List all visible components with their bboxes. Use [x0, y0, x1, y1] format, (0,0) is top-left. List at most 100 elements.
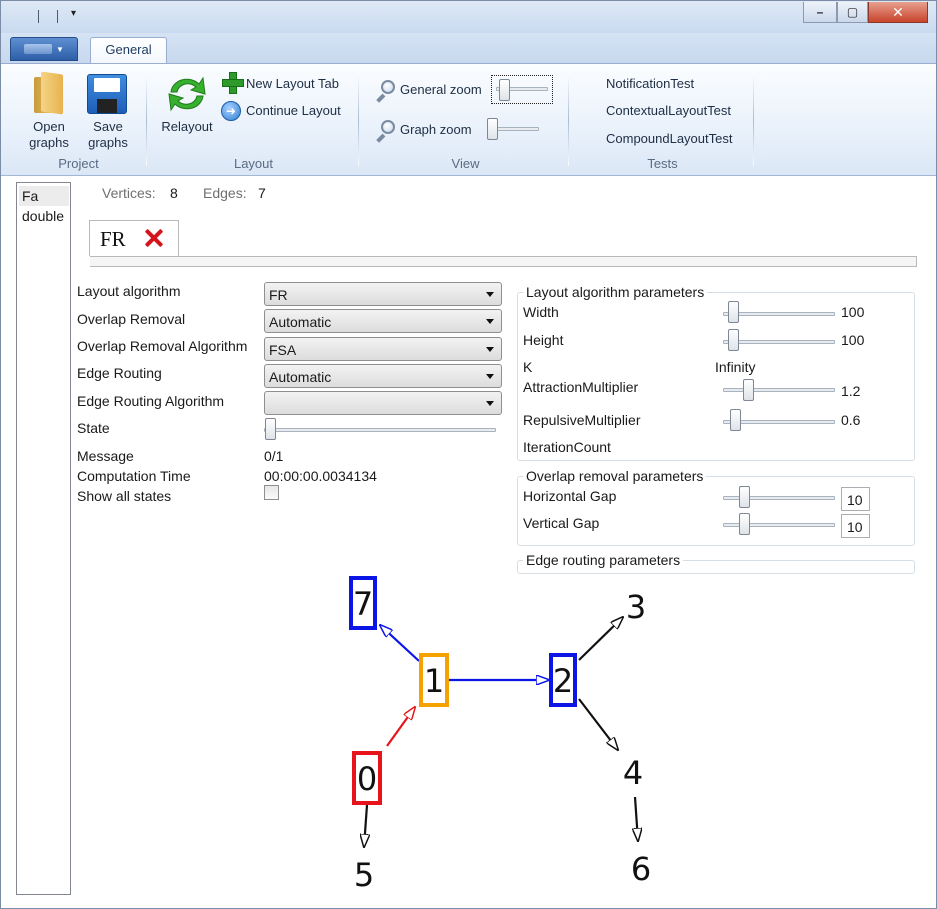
- chevron-down-icon: [486, 401, 494, 406]
- ribbon-tab-bar: ▼ General: [1, 33, 936, 64]
- horizontal-gap-input[interactable]: 10: [841, 487, 870, 511]
- close-tab-icon[interactable]: [143, 227, 165, 249]
- overlap-params-title: Overlap removal parameters: [523, 468, 707, 484]
- chevron-down-icon: ▼: [56, 44, 64, 54]
- graph-vertex[interactable]: 7: [349, 576, 377, 630]
- open-folder-icon: [34, 71, 64, 115]
- graph-edge[interactable]: [380, 625, 420, 662]
- quick-access-dropdown-icon[interactable]: ▾: [71, 8, 76, 19]
- message-label: Message: [77, 448, 134, 464]
- overlap-removal-algorithm-select[interactable]: FSA: [264, 337, 502, 361]
- application-menu-button[interactable]: ▼: [10, 37, 78, 61]
- state-slider-track[interactable]: [264, 428, 496, 432]
- vertical-gap-slider-thumb[interactable]: [739, 513, 750, 535]
- show-all-states-checkbox[interactable]: [264, 485, 279, 500]
- list-item[interactable]: Fa: [19, 186, 69, 206]
- graph-edge[interactable]: [635, 796, 638, 841]
- vertical-gap-input[interactable]: 10: [841, 514, 870, 538]
- save-graphs-button[interactable]: Save graphs: [79, 119, 137, 151]
- graph-vertex[interactable]: 3: [626, 588, 646, 626]
- list-item[interactable]: double: [19, 206, 69, 226]
- notification-test-button[interactable]: NotificationTest: [606, 76, 694, 91]
- vertex-label: 1: [424, 662, 444, 700]
- vertices-count: 8: [170, 185, 178, 201]
- zoom-magnifier-icon: [375, 120, 397, 143]
- vertex-label: 5: [354, 856, 374, 894]
- vertex-label: 0: [357, 760, 377, 798]
- width-label: Width: [523, 304, 559, 320]
- title-bar: ▾ – ▢ ✕: [1, 1, 936, 33]
- edge-routing-algorithm-select[interactable]: [264, 391, 502, 415]
- layout-algorithm-select[interactable]: FR: [264, 282, 502, 306]
- contextual-layout-test-button[interactable]: ContextualLayoutTest: [606, 103, 731, 118]
- overlap-removal-select[interactable]: Automatic: [264, 309, 502, 333]
- state-label: State: [77, 420, 110, 436]
- quick-access-separator: [38, 10, 39, 23]
- height-slider-thumb[interactable]: [728, 329, 739, 351]
- close-icon: ✕: [892, 3, 904, 20]
- save-floppy-icon: [87, 74, 127, 114]
- general-zoom-slider-thumb[interactable]: [499, 79, 510, 101]
- relayout-button[interactable]: Relayout: [157, 119, 217, 135]
- group-label-view: View: [451, 156, 480, 171]
- graph-edge[interactable]: [386, 707, 415, 747]
- graph-edge[interactable]: [578, 698, 618, 750]
- repulsive-slider-thumb[interactable]: [730, 409, 741, 431]
- layout-algorithm-value: FR: [269, 287, 288, 303]
- close-button[interactable]: ✕: [868, 2, 928, 23]
- group-label-project: Project: [58, 156, 99, 171]
- minimize-button[interactable]: –: [803, 2, 837, 23]
- graph-vertex[interactable]: 2: [549, 653, 577, 707]
- group-separator: [358, 74, 359, 166]
- layout-tab-title: FR: [100, 227, 126, 251]
- vertex-label: 4: [623, 754, 643, 792]
- vertex-label: 3: [626, 588, 646, 626]
- zoom-magnifier-icon: [375, 80, 397, 103]
- edge-routing-select[interactable]: Automatic: [264, 364, 502, 388]
- overlap-removal-algorithm-label: Overlap Removal Algorithm: [77, 338, 248, 354]
- attraction-multiplier-value: 1.2: [841, 383, 861, 399]
- edges-count: 7: [258, 185, 266, 201]
- width-slider-thumb[interactable]: [728, 301, 739, 323]
- horizontal-gap-slider-thumb[interactable]: [739, 486, 750, 508]
- width-slider-track[interactable]: [723, 312, 835, 316]
- chevron-down-icon: [486, 347, 494, 352]
- general-zoom-label: General zoom: [400, 82, 482, 97]
- edge-routing-algorithm-label: Edge Routing Algorithm: [77, 393, 225, 409]
- repulsive-multiplier-label: RepulsiveMultiplier: [523, 412, 641, 428]
- graph-zoom-label: Graph zoom: [400, 122, 472, 137]
- state-slider-thumb[interactable]: [265, 418, 276, 440]
- add-icon: [222, 72, 244, 94]
- tab-content-strip: [89, 256, 917, 267]
- vertex-label: 7: [353, 585, 373, 623]
- new-layout-tab-button[interactable]: New Layout Tab: [246, 76, 339, 91]
- continue-layout-button[interactable]: Continue Layout: [246, 103, 341, 118]
- graph-canvas[interactable]: 0 1 2 3 4 5 6 7: [1, 561, 936, 901]
- tab-general[interactable]: General: [90, 37, 167, 64]
- graph-edge[interactable]: [578, 617, 623, 661]
- relayout-icon: [168, 76, 206, 112]
- attraction-slider-track[interactable]: [723, 388, 835, 392]
- height-slider-track[interactable]: [723, 340, 835, 344]
- graph-vertex[interactable]: 4: [623, 754, 643, 792]
- attraction-slider-thumb[interactable]: [743, 379, 754, 401]
- compound-layout-test-button[interactable]: CompoundLayoutTest: [606, 131, 732, 146]
- open-graphs-button[interactable]: Open graphs: [19, 119, 79, 151]
- app-menu-icon: [24, 44, 53, 54]
- overlap-removal-value: Automatic: [269, 314, 332, 330]
- height-label: Height: [523, 332, 564, 348]
- graph-vertex[interactable]: 1: [419, 653, 449, 707]
- graph-zoom-slider-thumb[interactable]: [487, 118, 498, 140]
- graph-vertex[interactable]: 0: [352, 751, 382, 805]
- horizontal-gap-label: Horizontal Gap: [523, 488, 617, 504]
- graph-vertex[interactable]: 5: [354, 856, 374, 894]
- k-label: K: [523, 359, 533, 375]
- maximize-button[interactable]: ▢: [837, 2, 868, 23]
- graph-vertex[interactable]: 6: [631, 850, 651, 888]
- width-value: 100: [841, 304, 865, 320]
- chevron-down-icon: [486, 319, 494, 324]
- group-separator: [146, 74, 147, 166]
- group-label-tests: Tests: [647, 156, 678, 171]
- graph-edge[interactable]: [364, 804, 367, 847]
- edge-routing-label: Edge Routing: [77, 365, 162, 381]
